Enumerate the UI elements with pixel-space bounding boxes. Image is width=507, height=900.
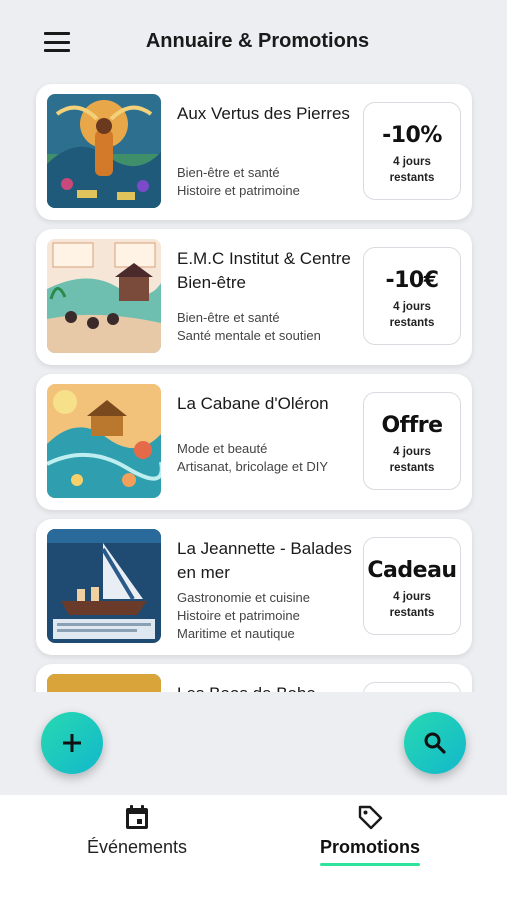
search-button[interactable] (404, 712, 466, 774)
promo-value: -10% (382, 123, 442, 148)
promo-badge: Offre 4 jours restants (363, 392, 461, 490)
category-label: Bien-être et santé (177, 310, 280, 325)
promo-badge: Cadeau 4 jours restants (363, 537, 461, 635)
category-label: Santé mentale et soutien (177, 328, 321, 343)
listing-image (47, 239, 161, 353)
listing-name: E.M.C Institut & Centre Bien-être (177, 249, 351, 292)
listing-card[interactable]: E.M.C Institut & Centre Bien-être Bien-ê… (36, 229, 472, 365)
calendar-icon (126, 805, 148, 829)
promo-remaining: 4 jours restants (389, 156, 435, 184)
category-label: Histoire et patrimoine (177, 608, 300, 623)
listing-image (47, 674, 161, 692)
listing-categories: Bien-être et santé Histoire et patrimoin… (177, 164, 357, 200)
category-label: Bien-être et santé (177, 165, 280, 180)
category-label: Maritime et nautique (177, 626, 295, 641)
listing-name: La Cabane d'Oléron (177, 394, 329, 413)
nav-label: Promotions (319, 837, 420, 857)
listing-card[interactable]: La Jeannette - Balades en mer Gastronomi… (36, 519, 472, 655)
listing-card[interactable]: Aux Vertus des Pierres Bien-être et sant… (36, 84, 472, 220)
listing-image (47, 94, 161, 208)
promo-remaining: 4 jours restants (389, 591, 435, 619)
promo-remaining: 4 jours restants (389, 301, 435, 329)
listing-categories: Bien-être et santé Santé mentale et sout… (177, 309, 357, 345)
category-label: Artisanat, bricolage et DIY (177, 459, 329, 474)
nav-label: Événements (86, 837, 188, 857)
plus-icon (63, 734, 81, 752)
listing-card[interactable]: Les Baos de Baba (36, 664, 472, 692)
promotions-list[interactable]: Aux Vertus des Pierres Bien-être et sant… (0, 82, 507, 692)
add-button[interactable] (41, 712, 103, 774)
listing-name: La Jeannette - Balades en mer (177, 539, 352, 582)
app-screen: Annuaire & Promotions Aux Vertus des Pie… (0, 0, 507, 795)
nav-item-evenements[interactable]: Événements (37, 803, 237, 863)
listing-categories: Gastronomie et cuisine Histoire et patri… (177, 589, 357, 643)
category-label: Mode et beauté (177, 441, 268, 456)
active-tab-indicator (320, 863, 420, 866)
promo-value: -10€ (385, 268, 439, 293)
listing-name: Les Baos de Baba (177, 682, 357, 692)
search-icon (424, 732, 446, 754)
nav-item-promotions[interactable]: Promotions (270, 803, 470, 866)
category-label: Gastronomie et cuisine (177, 590, 310, 605)
promo-badge: -10% 4 jours restants (363, 102, 461, 200)
category-label: Histoire et patrimoine (177, 183, 300, 198)
listing-image (47, 384, 161, 498)
promo-badge: -10€ 4 jours restants (363, 247, 461, 345)
listing-categories: Mode et beauté Artisanat, bricolage et D… (177, 440, 357, 476)
promo-badge (363, 682, 461, 692)
listing-card[interactable]: La Cabane d'Oléron Mode et beauté Artisa… (36, 374, 472, 510)
tag-icon (358, 805, 383, 830)
listing-image (47, 529, 161, 643)
promo-remaining: 4 jours restants (389, 446, 435, 474)
top-app-bar: Annuaire & Promotions (0, 0, 507, 80)
listing-name: Aux Vertus des Pierres (177, 104, 350, 123)
page-title: Annuaire & Promotions (145, 30, 370, 52)
promo-value: Offre (381, 413, 443, 438)
promo-value: Cadeau (367, 558, 457, 583)
bottom-navigation: Événements Promotions (0, 795, 507, 900)
